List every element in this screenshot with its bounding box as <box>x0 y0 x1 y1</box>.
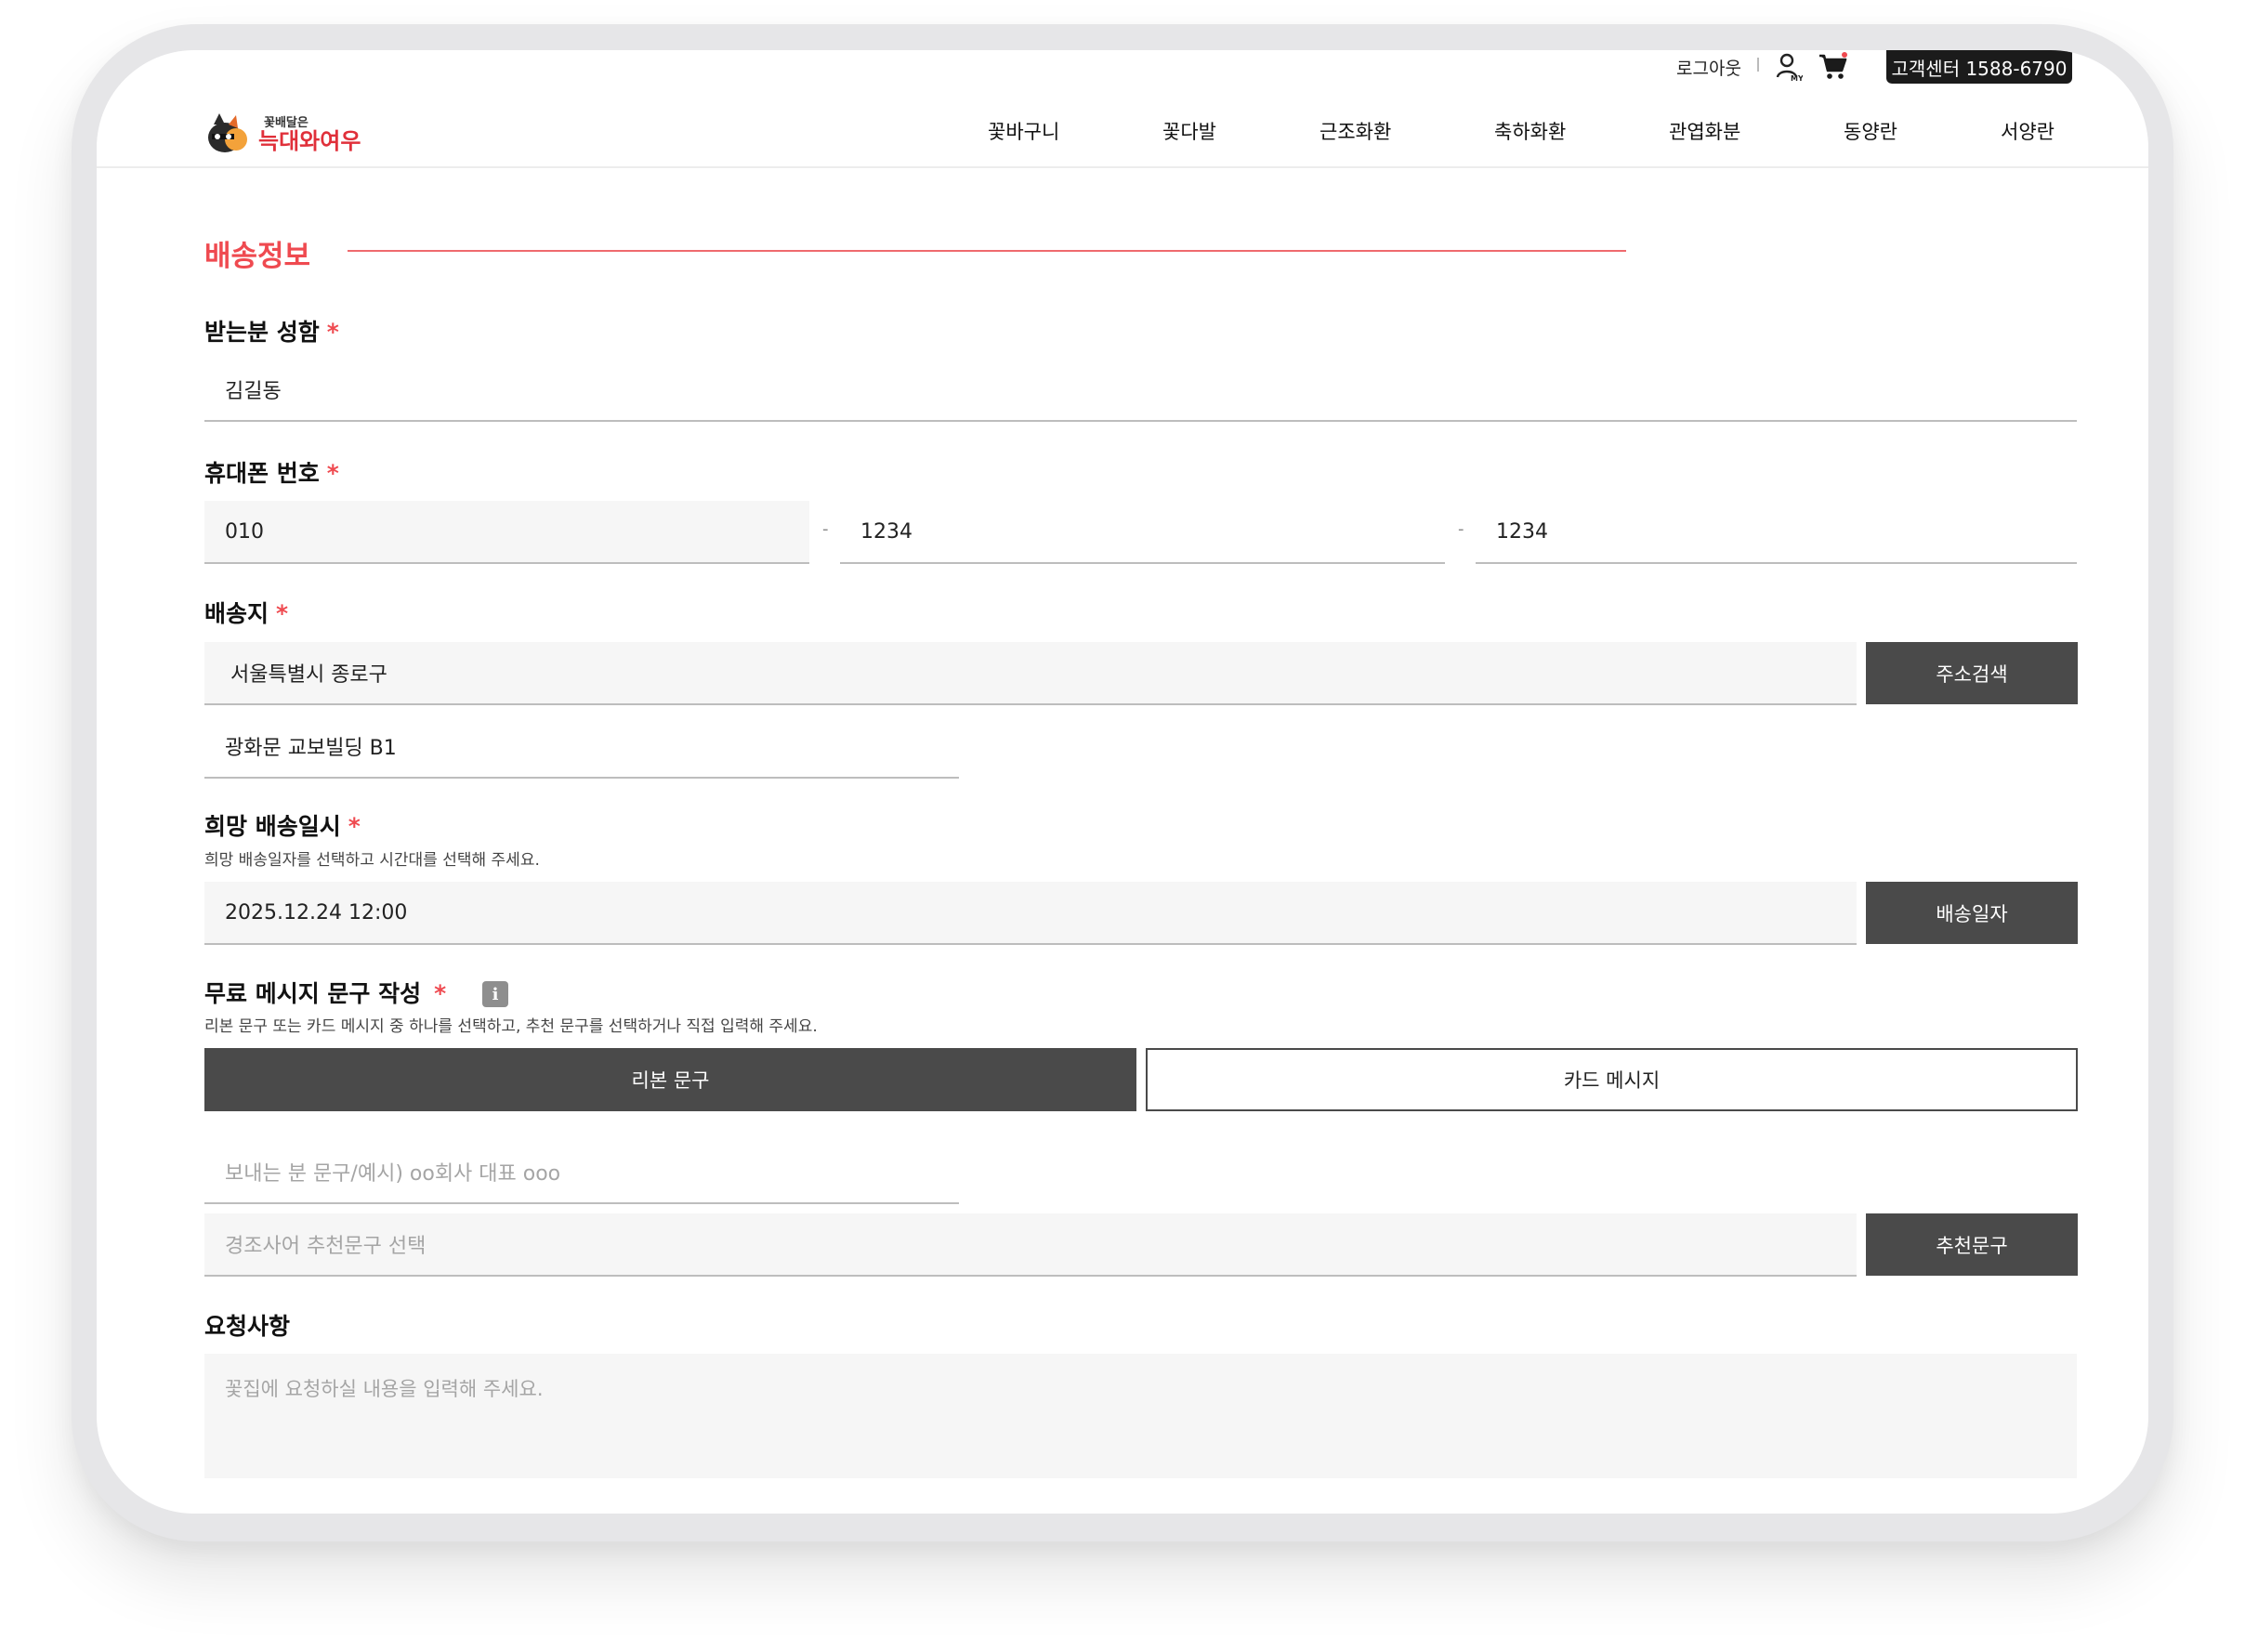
main-nav: 꽃바구니 꽃다발 근조화환 축하화환 관엽화분 동양란 서양란 <box>97 117 2148 154</box>
request-label: 요청사항 <box>204 1313 291 1340</box>
tab-card-message[interactable]: 카드 메시지 <box>1146 1048 2078 1111</box>
phone-separator: - <box>822 519 829 539</box>
nav-item-funeral-wreath[interactable]: 근조화환 <box>1319 117 1391 145</box>
recommend-phrase-select[interactable]: 경조사어 추천문구 선택 <box>204 1213 1857 1277</box>
phone-separator: - <box>1458 519 1464 539</box>
required-mark: * <box>348 813 361 840</box>
recipient-label: 받는분 성함 * <box>204 319 339 346</box>
required-mark: * <box>326 460 339 487</box>
recipient-name-input[interactable]: 김길동 <box>204 359 2077 422</box>
phone-label: 휴대폰 번호 * <box>204 460 339 487</box>
my-label: MY <box>1791 74 1803 82</box>
request-textarea[interactable]: 꽃집에 요청하실 내용을 입력해 주세요. <box>204 1354 2077 1478</box>
nav-item-celebration-wreath[interactable]: 축하화환 <box>1494 117 1566 145</box>
delivery-date-hint: 희망 배송일자를 선택하고 시간대를 선택해 주세요. <box>204 851 540 870</box>
my-page-icon[interactable]: MY <box>1775 52 1804 83</box>
recommend-phrase-button[interactable]: 추천문구 <box>1866 1213 2078 1276</box>
nav-item-foliage-plant[interactable]: 관엽화분 <box>1669 117 1740 145</box>
delivery-date-button[interactable]: 배송일자 <box>1866 882 2078 944</box>
logout-link[interactable]: 로그아웃 <box>1676 55 1741 80</box>
section-title: 배송정보 <box>204 240 311 273</box>
delivery-date-label: 희망 배송일시 * <box>204 813 361 840</box>
nav-item-oriental-orchid[interactable]: 동양란 <box>1844 117 1897 145</box>
tab-ribbon-message[interactable]: 리본 문구 <box>204 1048 1136 1111</box>
address-line1-input[interactable]: 서울특별시 종로구 <box>204 642 1857 705</box>
header-divider <box>97 166 2148 168</box>
message-hint: 리본 문구 또는 카드 메시지 중 하나를 선택하고, 추천 문구를 선택하거나… <box>204 1017 818 1036</box>
divider <box>1757 58 1759 72</box>
utility-bar: 로그아웃 MY 고객센터 1588-6790 <box>97 50 2148 102</box>
message-label: 무료 메시지 문구 작성 * <box>204 980 447 1007</box>
info-icon[interactable]: i <box>482 981 508 1007</box>
required-mark: * <box>434 980 447 1007</box>
screen: 로그아웃 MY 고객센터 1588-6790 꽃배달은 늑대와여우 꽃바구니 꽃… <box>97 50 2148 1514</box>
delivery-date-input[interactable]: 2025.12.24 12:00 <box>204 882 1857 945</box>
nav-item-bouquet[interactable]: 꽃다발 <box>1162 117 1216 145</box>
sender-text-input[interactable]: 보내는 분 문구/예시) oo회사 대표 ooo <box>204 1141 959 1204</box>
nav-item-western-orchid[interactable]: 서양란 <box>2001 117 2055 145</box>
cart-icon[interactable] <box>1818 50 1849 82</box>
address-search-button[interactable]: 주소검색 <box>1866 642 2078 704</box>
section-rule <box>348 250 1626 252</box>
phone-part2-input[interactable]: 1234 <box>840 501 1445 564</box>
address-line2-input[interactable]: 광화문 교보빌딩 B1 <box>204 715 959 779</box>
phone-part1-input[interactable]: 010 <box>204 501 809 564</box>
address-label: 배송지 * <box>204 600 289 627</box>
required-mark: * <box>326 319 339 346</box>
nav-item-flower-basket[interactable]: 꽃바구니 <box>988 117 1059 145</box>
required-mark: * <box>276 600 289 627</box>
customer-center-badge[interactable]: 고객센터 1588-6790 <box>1886 50 2072 84</box>
phone-part3-input[interactable]: 1234 <box>1476 501 2077 564</box>
